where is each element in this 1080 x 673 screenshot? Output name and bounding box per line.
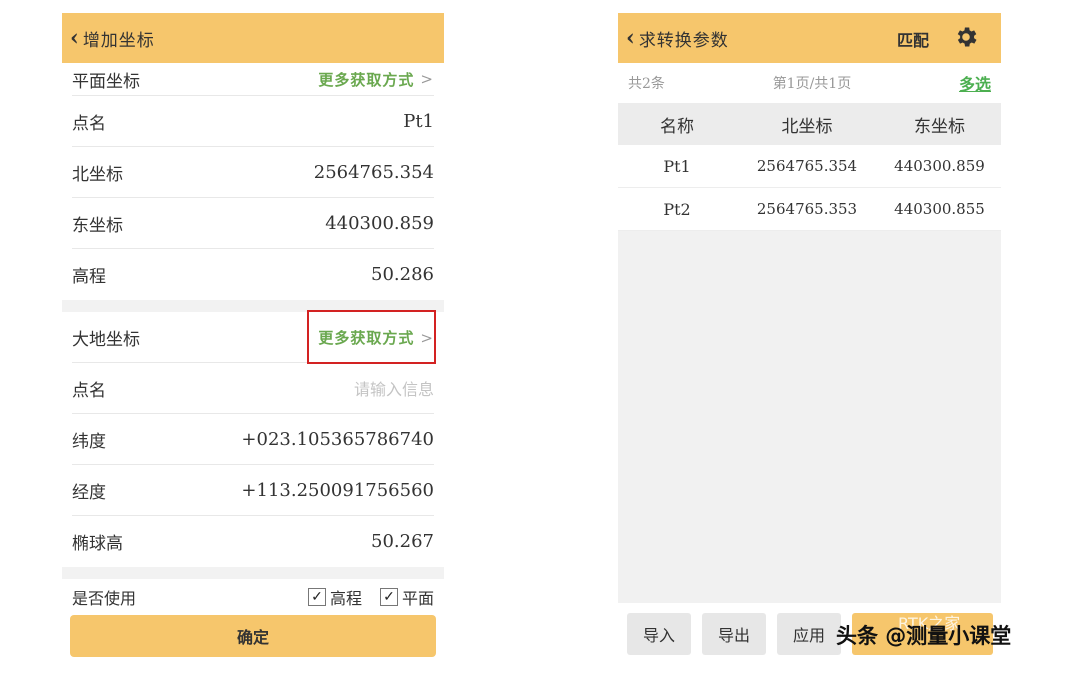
back-icon[interactable]: ‹	[70, 27, 79, 49]
watermark-text: 头条 @测量小课堂	[836, 624, 1012, 648]
plane-section-label: 平面坐标	[72, 71, 140, 92]
page-title: 求转换参数	[638, 30, 729, 51]
plane-more-methods-link[interactable]: 更多获取方式 >	[318, 69, 434, 90]
page-title: 增加坐标	[82, 30, 155, 51]
use-options-row: 是否使用 ✓ 高程 ✓ 平面	[72, 579, 434, 609]
table-header: 名称 北坐标 东坐标	[618, 103, 1001, 145]
north-value[interactable]: 2564765.354	[314, 162, 434, 183]
transform-params-screen: ‹ 求转换参数 匹配 共2条 第1页/共1页 多选 名称 北坐标 东坐标 Pt1…	[618, 13, 1001, 663]
use-label: 是否使用	[72, 589, 137, 608]
geodetic-section-label: 大地坐标	[72, 329, 140, 350]
ellipsoid-height-value[interactable]: 50.267	[371, 531, 434, 552]
highlight-box	[307, 310, 436, 364]
column-header-north: 北坐标	[781, 116, 833, 137]
table-row[interactable]: Pt2 2564765.353 440300.855	[618, 188, 1001, 231]
column-header-east: 东坐标	[914, 116, 965, 137]
record-count: 共2条	[628, 76, 665, 92]
plane-point-name-row[interactable]: 点名 Pt1	[72, 96, 434, 147]
chevron-right-icon: >	[420, 70, 434, 88]
import-button[interactable]: 导入	[627, 613, 691, 655]
apply-button[interactable]: 应用	[777, 613, 841, 655]
check-icon: ✓	[307, 588, 326, 606]
column-header-name: 名称	[660, 116, 694, 137]
table-row[interactable]: Pt1 2564765.354 440300.859	[618, 145, 1001, 188]
east-coordinate-row[interactable]: 东坐标 440300.859	[72, 198, 434, 249]
empty-list-area	[618, 231, 1001, 603]
list-info-bar: 共2条 第1页/共1页 多选	[618, 63, 1001, 103]
top-bar: ‹ 增加坐标	[62, 13, 444, 63]
export-button[interactable]: 导出	[702, 613, 766, 655]
check-icon: ✓	[379, 588, 398, 606]
elevation-value[interactable]: 50.286	[371, 264, 434, 285]
plane-coordinate-list: 平面坐标 更多获取方式 > 点名 Pt1 北坐标 2564765.354 东坐标 …	[62, 63, 444, 300]
point-name-input[interactable]: 请输入信息	[354, 376, 434, 400]
match-button[interactable]: 匹配	[897, 27, 929, 51]
point-name-value[interactable]: Pt1	[403, 111, 434, 132]
multi-select-link[interactable]: 多选	[959, 71, 991, 95]
elevation-checkbox[interactable]: ✓ 高程	[307, 585, 362, 609]
plane-checkbox[interactable]: ✓ 平面	[379, 585, 434, 609]
latitude-value[interactable]: +023.105365786740	[241, 429, 434, 450]
add-coordinate-screen: ‹ 增加坐标 平面坐标 更多获取方式 > 点名 Pt1 北坐标 2564765.3…	[62, 13, 444, 663]
top-bar: ‹ 求转换参数 匹配	[618, 13, 1001, 63]
plane-section-header: 平面坐标 更多获取方式 >	[72, 63, 434, 96]
geodetic-point-name-row[interactable]: 点名 请输入信息	[72, 363, 434, 414]
east-value[interactable]: 440300.859	[325, 213, 434, 234]
ellipsoid-height-row[interactable]: 椭球高 50.267	[72, 516, 434, 567]
latitude-row[interactable]: 纬度 +023.105365786740	[72, 414, 434, 465]
gear-icon[interactable]	[953, 24, 979, 50]
back-icon[interactable]: ‹	[626, 27, 635, 49]
longitude-row[interactable]: 经度 +113.250091756560	[72, 465, 434, 516]
section-divider	[62, 567, 444, 579]
elevation-row[interactable]: 高程 50.286	[72, 249, 434, 300]
page-indicator: 第1页/共1页	[772, 76, 852, 92]
longitude-value[interactable]: +113.250091756560	[241, 480, 434, 501]
north-coordinate-row[interactable]: 北坐标 2564765.354	[72, 147, 434, 198]
confirm-button[interactable]: 确定	[70, 615, 436, 657]
